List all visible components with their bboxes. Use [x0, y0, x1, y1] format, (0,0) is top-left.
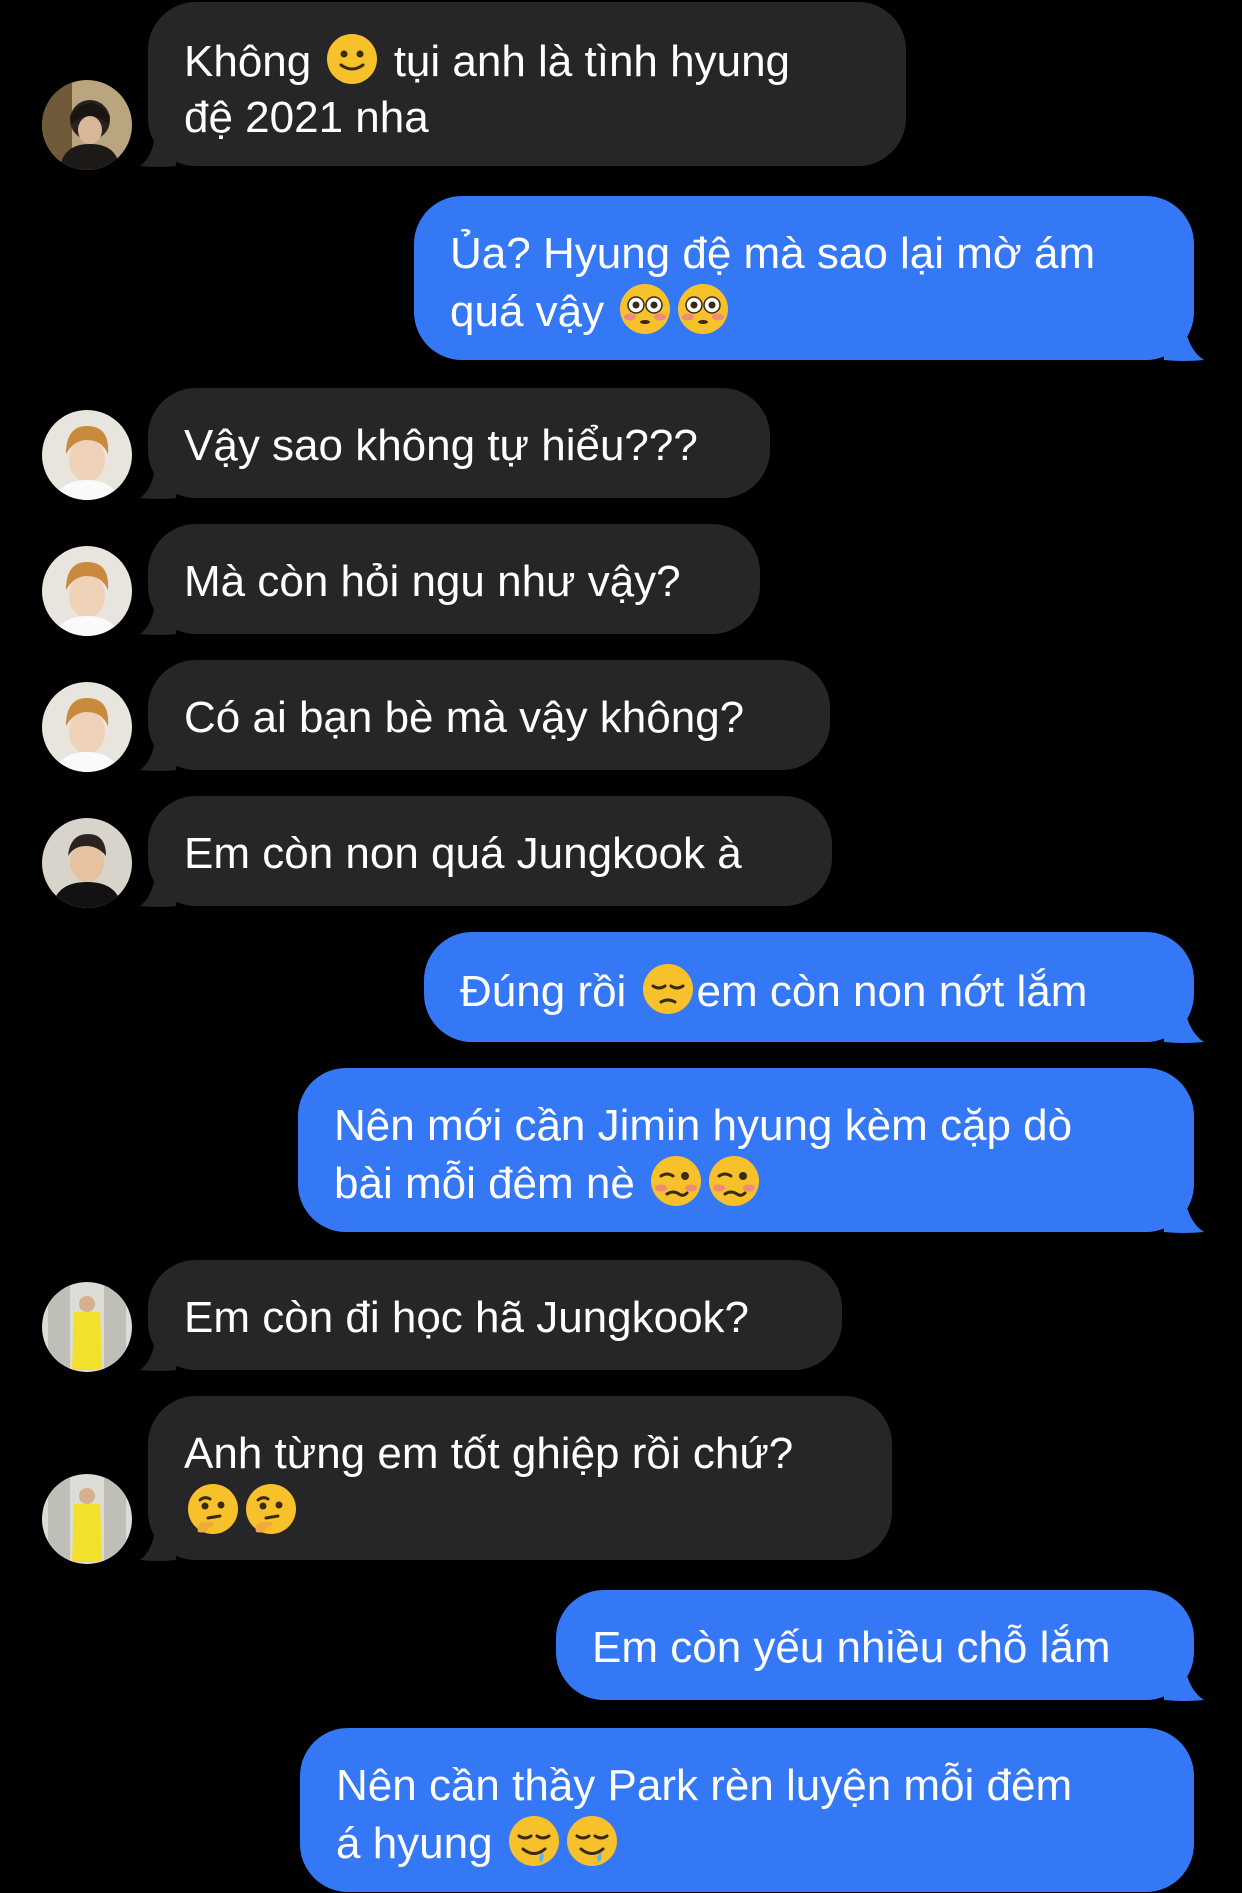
- message-text: Không: [184, 37, 324, 86]
- incoming-message[interactable]: Em còn non quá Jungkook à: [148, 796, 832, 906]
- blond-hair-avatar[interactable]: [42, 410, 132, 500]
- message-text: Mà còn hỏi ngu như vậy?: [184, 557, 681, 606]
- woozy-face-icon: [651, 1156, 702, 1206]
- bubble-tail: [140, 1332, 176, 1371]
- yellow-suit-avatar[interactable]: [42, 1282, 132, 1372]
- blond-hair-avatar[interactable]: [42, 546, 132, 636]
- incoming-message[interactable]: Có ai bạn bè mà vậy không?: [148, 660, 830, 770]
- incoming-message[interactable]: Vậy sao không tự hiểu???: [148, 388, 770, 498]
- chat-thread: Không tụi anh là tình hyung đệ 2021 nha …: [0, 0, 1242, 1893]
- message-text: á hyung: [336, 1819, 505, 1868]
- slightly-smiling-face-icon: [327, 34, 378, 84]
- outgoing-message[interactable]: Nên mới cần Jimin hyung kèm cặp dò bài m…: [298, 1068, 1194, 1232]
- yellow-suit-avatar[interactable]: [42, 1474, 132, 1564]
- message-text: Ủa? Hyung đệ mà sao lại mờ ám: [450, 229, 1096, 278]
- bubble-tail: [140, 868, 176, 907]
- dark-hair-avatar[interactable]: [42, 80, 132, 170]
- bubble-tail: [140, 128, 176, 167]
- flushed-face-icon: [620, 284, 671, 334]
- thinking-face-icon: [188, 1484, 238, 1534]
- message-text: Có ai bạn bè mà vậy không?: [184, 693, 745, 742]
- bubble-tail: [1164, 1194, 1204, 1233]
- message-text: Em còn đi học hã Jungkook?: [184, 1293, 750, 1342]
- message-text: đệ 2021 nha: [184, 93, 429, 142]
- bubble-tail: [1164, 1004, 1204, 1043]
- bubble-tail: [1164, 322, 1204, 361]
- outgoing-message[interactable]: Em còn yếu nhiều chỗ lắm: [556, 1590, 1194, 1700]
- message-text: Em còn yếu nhiều chỗ lắm: [592, 1623, 1111, 1672]
- incoming-message[interactable]: Mà còn hỏi ngu như vậy?: [148, 524, 760, 634]
- message-text: Em còn non quá Jungkook à: [184, 829, 742, 878]
- incoming-message[interactable]: Em còn đi học hã Jungkook?: [148, 1260, 842, 1370]
- message-text: tụi anh là tình hyung: [393, 37, 791, 86]
- outgoing-message[interactable]: Đúng rồi em còn non nớt lắm: [424, 932, 1194, 1042]
- message-text: Nên mới cần Jimin hyung kèm cặp dò: [334, 1101, 1073, 1150]
- drooling-face-icon: [566, 1816, 617, 1866]
- message-text: bài mỗi đêm nè: [334, 1159, 648, 1208]
- pensive-face-icon: [642, 964, 693, 1014]
- bubble-tail: [1164, 1662, 1204, 1701]
- message-text: em còn non nớt lắm: [696, 967, 1088, 1016]
- message-text: Anh từng em tốt ghiệp rồi chứ?: [184, 1429, 794, 1478]
- message-text: Đúng rồi: [460, 967, 639, 1016]
- thinking-face-icon: [246, 1484, 296, 1534]
- incoming-message[interactable]: Không tụi anh là tình hyung đệ 2021 nha: [148, 2, 906, 166]
- message-text: Vậy sao không tự hiểu???: [184, 421, 698, 470]
- bubble-tail: [140, 732, 176, 771]
- incoming-message[interactable]: Anh từng em tốt ghiệp rồi chứ?: [148, 1396, 892, 1560]
- message-text: Nên cần thầy Park rèn luyện mỗi đêm: [336, 1761, 1073, 1810]
- bubble-tail: [140, 596, 176, 635]
- blond-hair-avatar[interactable]: [42, 682, 132, 772]
- outgoing-message[interactable]: Ủa? Hyung đệ mà sao lại mờ ám quá vậy: [414, 196, 1194, 360]
- message-text: quá vậy: [450, 287, 617, 336]
- flushed-face-icon: [678, 284, 729, 334]
- black-shirt-avatar[interactable]: [42, 818, 132, 908]
- outgoing-message[interactable]: Nên cần thầy Park rèn luyện mỗi đêm á hy…: [300, 1728, 1194, 1892]
- bubble-tail: [140, 460, 176, 499]
- drooling-face-icon: [508, 1816, 559, 1866]
- woozy-face-icon: [709, 1156, 760, 1206]
- bubble-tail: [140, 1522, 176, 1561]
